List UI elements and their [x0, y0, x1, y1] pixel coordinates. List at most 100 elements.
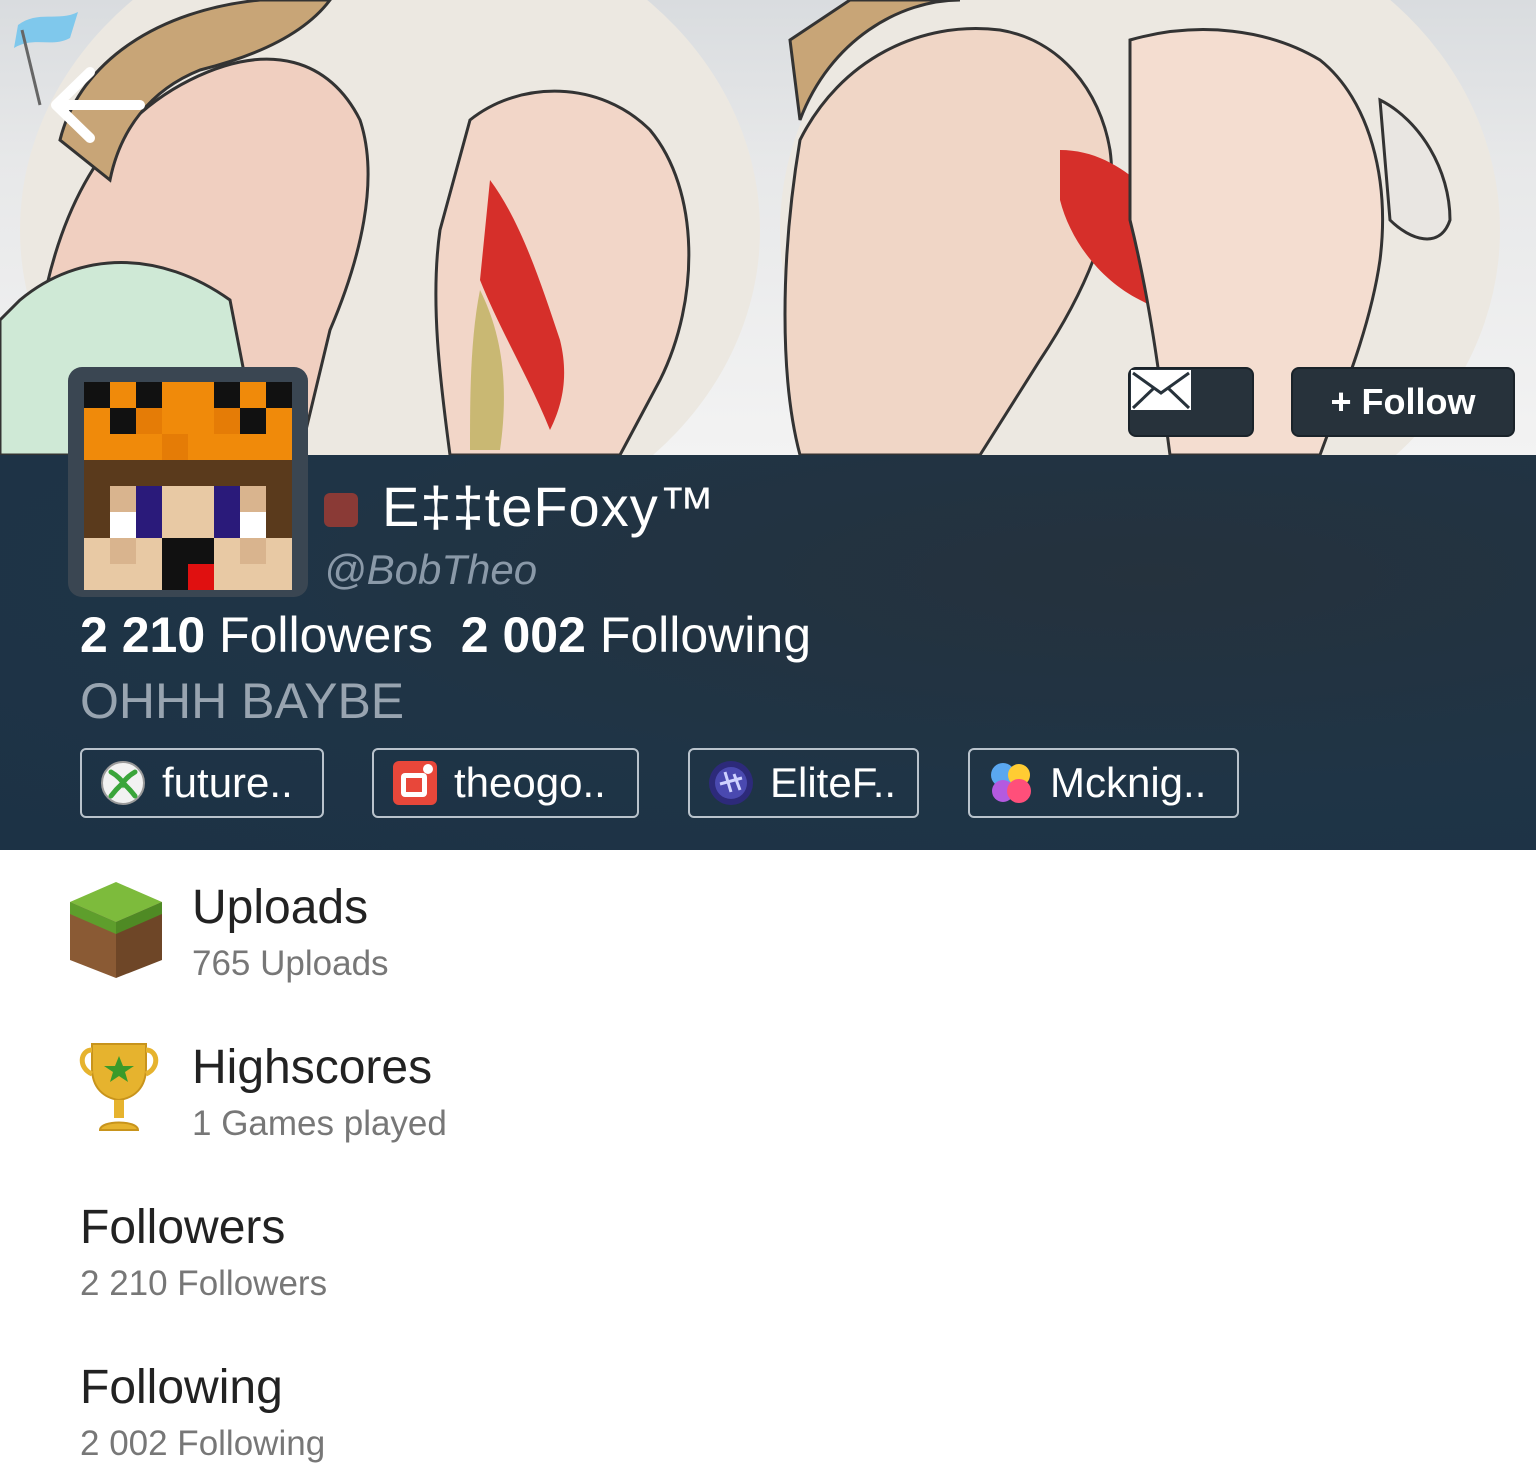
follow-button[interactable]: + Follow [1291, 367, 1515, 437]
uploads-row[interactable]: Uploads 765 Uploads [0, 860, 1536, 1020]
avatar-pixel [240, 564, 266, 590]
bio: OHHH BAYBE [80, 673, 405, 729]
avatar-pixel [214, 538, 240, 564]
row-title: Followers [80, 1201, 286, 1254]
avatar-pixel [266, 408, 292, 434]
avatar-pixel [110, 512, 136, 538]
display-name: E‡‡teFoxy™ [382, 475, 716, 538]
avatar-pixel [188, 564, 214, 590]
following-label: Following [599, 607, 812, 663]
avatar-pixel [214, 486, 240, 512]
avatar-pixel [84, 564, 110, 590]
playstation-icon [709, 761, 753, 805]
avatar-pixel [240, 512, 266, 538]
avatar-pixel [188, 512, 214, 538]
avatar-pixel [110, 486, 136, 512]
avatar-pixel [188, 538, 214, 564]
avatar-pixel [110, 408, 136, 434]
avatar-pixel [240, 460, 266, 486]
avatar-pixel [266, 486, 292, 512]
avatar-pixel [84, 434, 110, 460]
row-subtitle: 2 002 Following [80, 1424, 326, 1463]
avatar-pixel [110, 564, 136, 590]
game-center-app-icon [393, 761, 437, 805]
avatar-pixel [84, 382, 110, 408]
highscores-row[interactable]: Highscores 1 Games played [0, 1020, 1536, 1180]
followers-count: 2 210 [80, 607, 206, 663]
avatar-pixel [214, 512, 240, 538]
status-indicator [324, 493, 358, 527]
following-stat[interactable]: 2 002 Following [461, 607, 811, 663]
avatar-pixel [188, 408, 214, 434]
avatar-pixel [162, 434, 188, 460]
account-label: EliteF.. [770, 759, 897, 806]
avatar-pixel [162, 564, 188, 590]
account-label: future.. [162, 759, 293, 806]
avatar-pixel [240, 486, 266, 512]
avatar-pixel [110, 538, 136, 564]
row-title: Highscores [192, 1041, 433, 1094]
avatar-pixel [240, 382, 266, 408]
avatar-pixel [214, 434, 240, 460]
avatar-pixel [240, 538, 266, 564]
avatar-pixel [214, 564, 240, 590]
followers-stat[interactable]: 2 210 Followers [80, 607, 433, 663]
avatar-pixel [162, 408, 188, 434]
minecraft-block-icon [70, 882, 162, 978]
avatar-pixel [162, 382, 188, 408]
avatar-pixel [136, 486, 162, 512]
avatar-pixel [266, 434, 292, 460]
row-subtitle: 2 210 Followers [80, 1264, 328, 1303]
flag-icon[interactable] [0, 0, 90, 110]
avatar-pixel [136, 512, 162, 538]
avatar-pixel [214, 382, 240, 408]
avatar-pixel [136, 434, 162, 460]
xbox-icon [101, 761, 145, 805]
row-subtitle: 765 Uploads [192, 944, 389, 983]
avatar-pixel [136, 382, 162, 408]
avatar-pixel [162, 512, 188, 538]
avatar-pixel [162, 538, 188, 564]
avatar-pixel [84, 460, 110, 486]
account-chip-playstation[interactable]: EliteF.. [688, 748, 919, 818]
account-chip-xbox[interactable]: future.. [80, 748, 324, 818]
game-center-bubbles-icon [991, 763, 1031, 803]
message-button[interactable] [1128, 367, 1254, 437]
avatar-pixel [84, 538, 110, 564]
avatar[interactable] [84, 382, 292, 590]
avatar-pixel [136, 538, 162, 564]
following-count: 2 002 [460, 607, 586, 663]
row-title: Uploads [192, 881, 369, 934]
avatar-pixel [266, 538, 292, 564]
avatar-pixel [162, 460, 188, 486]
followers-row[interactable]: Followers 2 210 Followers [0, 1180, 1536, 1340]
avatar-pixel [136, 408, 162, 434]
avatar-pixel [266, 382, 292, 408]
avatar-pixel [214, 408, 240, 434]
followers-label: Followers [219, 607, 433, 663]
avatar-pixel [136, 460, 162, 486]
avatar-pixel [84, 408, 110, 434]
row-title: Following [80, 1361, 283, 1414]
avatar-pixel [84, 512, 110, 538]
avatar-pixel [266, 512, 292, 538]
account-chip-game-center[interactable]: theogo.. [372, 748, 639, 818]
envelope-icon [1131, 370, 1191, 410]
avatar-pixel [240, 434, 266, 460]
avatar-pixel [110, 382, 136, 408]
following-row[interactable]: Following 2 002 Following [0, 1340, 1536, 1463]
avatar-pixel [136, 564, 162, 590]
avatar-pixel [188, 434, 214, 460]
avatar-pixel [162, 486, 188, 512]
avatar-pixel [84, 486, 110, 512]
avatar-pixel [110, 460, 136, 486]
row-subtitle: 1 Games played [192, 1104, 447, 1143]
avatar-pixel [110, 434, 136, 460]
avatar-pixel [266, 460, 292, 486]
account-label: Mcknig.. [1050, 759, 1207, 806]
trophy-icon [79, 1043, 159, 1131]
avatar-pixel [240, 408, 266, 434]
avatar-pixel [188, 382, 214, 408]
avatar-pixel [188, 486, 214, 512]
account-chip-game-center-bubbles[interactable]: Mcknig.. [968, 748, 1239, 818]
